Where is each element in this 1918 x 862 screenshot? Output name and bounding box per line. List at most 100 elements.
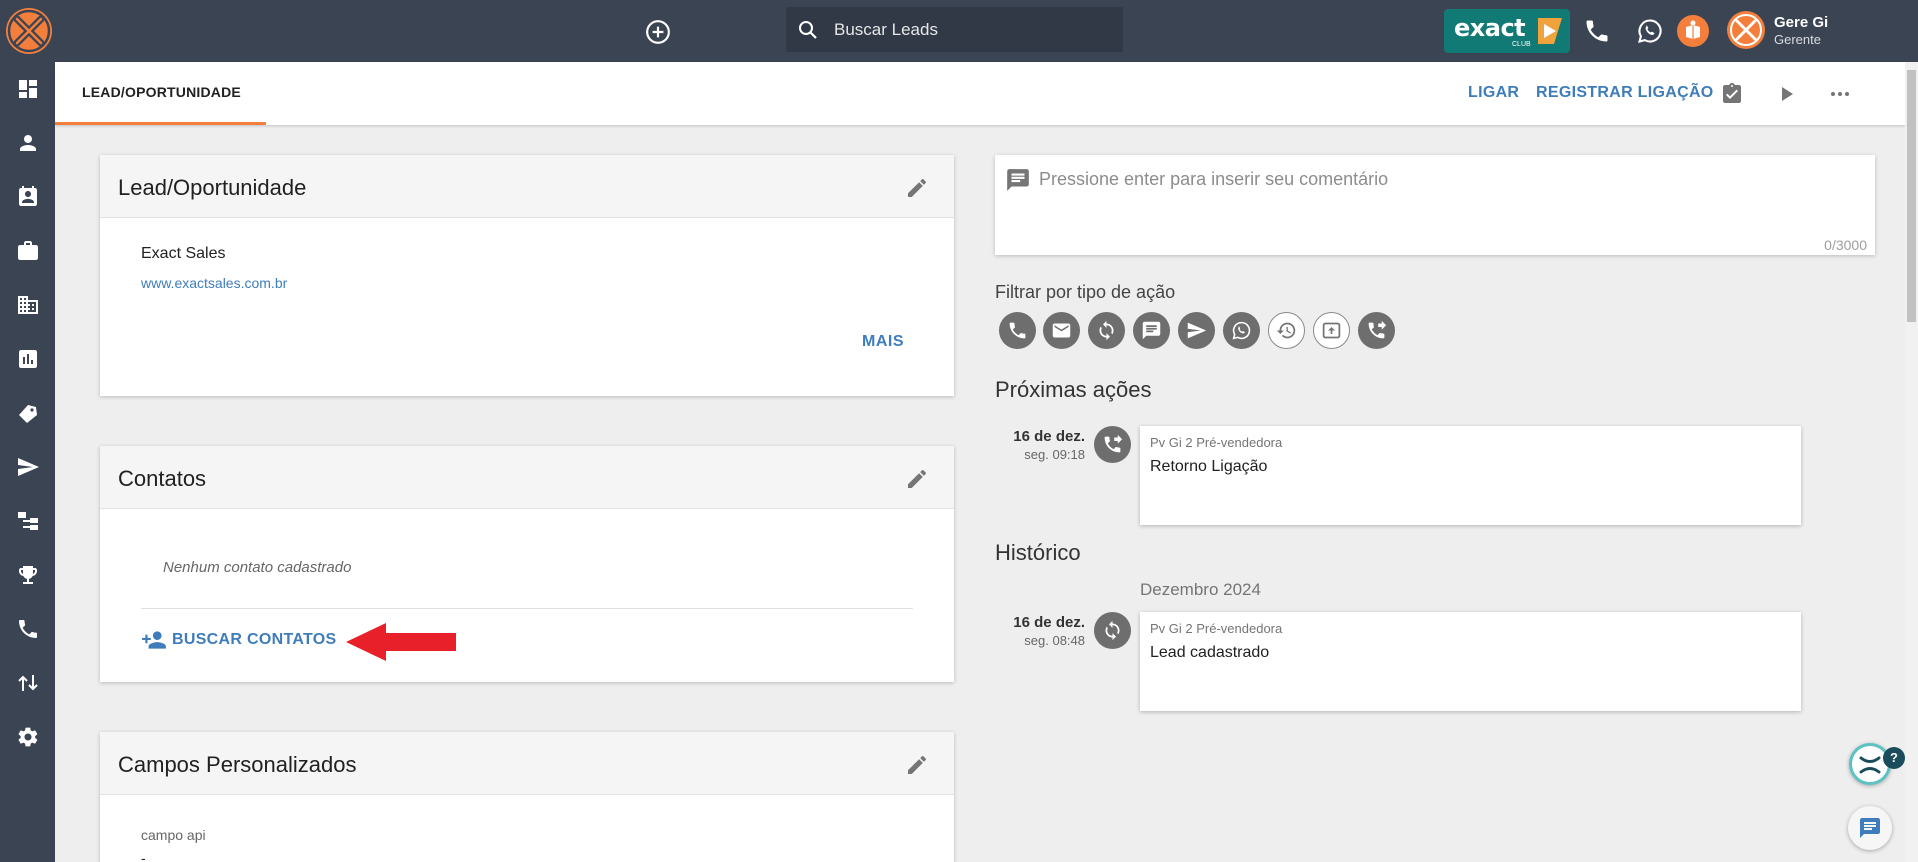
comment-box: 0/3000 [995,155,1875,255]
log-call-button[interactable]: REGISTRAR LIGAÇÃO [1536,84,1714,102]
filter-send-button[interactable] [1178,312,1215,349]
comment-input[interactable] [1039,169,1859,229]
logo-mark-icon [7,9,51,53]
chat-icon [1860,818,1880,838]
edit-custom-fields-icon[interactable] [905,753,929,777]
contact-card-icon[interactable] [16,185,40,209]
phone-nav-icon[interactable] [16,617,40,641]
edit-contacts-icon[interactable] [905,467,929,491]
tab-label: LEAD/OPORTUNIDADE [82,84,241,100]
empty-contacts-text: Nenhum contato cadastrado [163,559,352,576]
history-author: Pv Gi 2 Pré-vendedora [1150,621,1283,636]
custom-field-value: - [141,850,146,862]
lead-card-title: Lead/Oportunidade [118,175,307,200]
club-brand-text: exact [1454,14,1526,42]
next-actions-title: Próximas ações [995,377,1152,402]
exact-logo[interactable] [6,8,52,54]
exact-club-badge[interactable]: exact CLUB [1444,9,1570,53]
more-button[interactable]: MAIS [862,333,904,351]
club-mark-icon [1538,18,1562,44]
history-month-label: Dezembro 2024 [1140,580,1261,599]
comment-icon [1007,169,1029,191]
club-sub-text: CLUB [1512,41,1531,48]
contacts-divider [141,608,913,609]
company-website-link[interactable]: www.exactsales.com.br [141,275,287,291]
chat-widget-button[interactable] [1848,806,1892,850]
history-card[interactable]: Pv Gi 2 Pré-vendedora Lead cadastrado [1140,612,1801,711]
filter-email-button[interactable] [1043,312,1080,349]
more-options-icon[interactable] [1828,82,1852,106]
custom-fields-card-header: Campos Personalizados [100,732,954,795]
add-circle-icon[interactable] [645,19,671,45]
history-time: seg. 08:48 [1024,633,1085,648]
side-navigation [0,62,55,862]
filter-upload-button[interactable] [1313,312,1350,349]
history-title: Histórico [995,540,1081,565]
filter-whatsapp-button[interactable] [1223,312,1260,349]
filter-message-button[interactable] [1133,312,1170,349]
find-contacts-button[interactable]: BUSCAR CONTATOS [141,626,337,654]
scrollbar-thumb[interactable] [1907,70,1916,322]
tab-active-indicator [55,122,266,125]
history-item-icon [1094,612,1131,649]
briefcase-icon[interactable] [16,239,40,263]
trophy-icon[interactable] [16,563,40,587]
task-check-icon[interactable] [1720,82,1744,106]
history-icon [1276,322,1295,338]
email-icon [1052,323,1071,338]
person-icon[interactable] [16,131,40,155]
upload-icon [1322,322,1340,338]
page-scrollbar[interactable] [1905,62,1918,862]
whatsapp-icon[interactable] [1636,17,1664,45]
building-icon[interactable] [16,293,40,317]
gear-icon[interactable] [16,725,40,749]
edit-lead-icon[interactable] [905,176,929,200]
education-button[interactable] [1677,15,1709,47]
next-action-description: Retorno Ligação [1150,458,1268,475]
contacts-card-header: Contatos [100,446,954,509]
find-contacts-label: BUSCAR CONTATOS [172,631,337,648]
phone-icon[interactable] [1583,17,1611,45]
custom-fields-card-title: Campos Personalizados [118,752,357,777]
bar-chart-icon[interactable] [16,347,40,371]
filter-phone-button[interactable] [999,312,1036,349]
next-action-card[interactable]: Pv Gi 2 Pré-vendedora Retorno Ligação [1140,426,1801,525]
tag-icon[interactable] [16,401,40,425]
filter-phone-forward-button[interactable] [1358,312,1395,349]
play-icon[interactable] [1774,82,1798,106]
filter-sync-button[interactable] [1088,312,1125,349]
phone-forward-icon [1104,434,1123,453]
phone-forward-icon [1368,320,1387,339]
send-icon[interactable] [16,455,40,479]
search-icon [799,21,817,39]
dashboard-icon[interactable] [16,77,40,101]
hierarchy-icon[interactable] [16,509,40,533]
tab-lead-opportunity[interactable]: LEAD/OPORTUNIDADE [55,62,266,125]
top-bar: exact CLUB Gere Gi Gerente [0,0,1918,62]
filter-history-button[interactable] [1268,312,1305,349]
sync-icon [1099,320,1114,341]
comment-char-count: 0/3000 [1824,237,1867,253]
contacts-card-title: Contatos [118,466,207,491]
red-arrow-annotation [346,623,456,661]
history-date: 16 de dez. [1013,614,1085,631]
user-name[interactable]: Gere Gi [1774,14,1828,31]
call-button[interactable]: LIGAR [1468,84,1519,102]
search-box [786,7,1123,52]
sync-icon [1105,620,1120,641]
lead-card: Lead/Oportunidade Exact Sales www.exacts… [100,155,954,396]
user-role: Gerente [1774,32,1821,47]
send-icon [1187,322,1207,339]
message-icon [1142,321,1161,340]
user-avatar[interactable] [1727,11,1765,49]
history-description: Lead cadastrado [1150,644,1270,661]
next-action-date: 16 de dez. [1013,428,1085,445]
integrations-icon[interactable] [16,671,40,695]
next-action-time: seg. 09:18 [1024,447,1085,462]
book-icon [1686,20,1700,39]
contacts-card: Contatos Nenhum contato cadastrado BUSCA… [100,446,954,682]
search-input[interactable] [834,7,1114,52]
next-action-author: Pv Gi 2 Pré-vendedora [1150,435,1283,450]
add-person-icon [142,631,166,649]
help-badge[interactable]: ? [1883,747,1905,769]
